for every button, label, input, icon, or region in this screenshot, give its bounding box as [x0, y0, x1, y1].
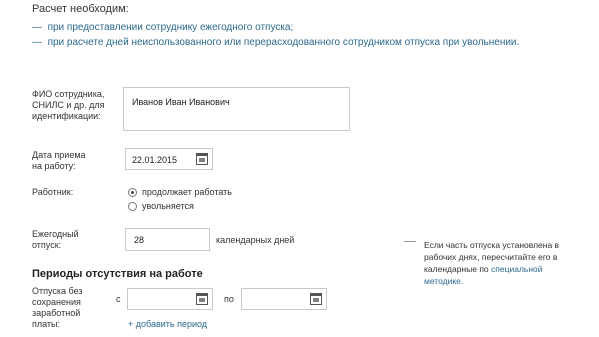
- hire-date-label-line: на работу:: [32, 161, 76, 171]
- employee-label-line: ФИО сотрудника,: [32, 89, 105, 99]
- worker-label: Работник:: [32, 187, 74, 197]
- hire-date-label-line: Дата приема: [32, 150, 86, 160]
- add-period-button[interactable]: + добавить период: [128, 319, 207, 329]
- to-label: по: [224, 294, 234, 304]
- hire-date-label: Дата приема на работу:: [32, 150, 86, 172]
- annual-leave-value: 28: [134, 235, 145, 245]
- employee-label-line: СНИЛС и др. для: [32, 100, 105, 110]
- hint-line: методике.: [424, 275, 584, 287]
- calendar-icon[interactable]: [310, 293, 322, 305]
- calendar-icon[interactable]: [196, 293, 208, 305]
- hint-line: календарные по специальной: [424, 263, 584, 275]
- intro-title: Расчет необходим:: [32, 3, 129, 15]
- hint-tail: .: [460, 276, 464, 286]
- calendar-icon[interactable]: [196, 153, 208, 165]
- employee-value: Иванов Иван Иванович: [132, 97, 230, 107]
- employee-label: ФИО сотрудника, СНИЛС и др. для идентифи…: [32, 89, 105, 122]
- annual-leave-label-line: отпуск:: [32, 240, 62, 250]
- hint-line-text: календарные по: [424, 264, 492, 274]
- to-date-field[interactable]: [241, 288, 327, 310]
- unpaid-leave-label-line: заработной: [32, 308, 81, 318]
- annual-leave-label-line: Ежегодный: [32, 229, 79, 239]
- methodology-link-2[interactable]: методике: [424, 276, 461, 286]
- link-annual-leave[interactable]: при предоставлении сотруднику ежегодного…: [48, 22, 294, 33]
- employee-field[interactable]: Иванов Иван Иванович: [123, 87, 350, 131]
- hint-line: рабочих днях, пересчитайте его в: [424, 252, 558, 262]
- dash: —: [32, 22, 42, 33]
- annual-leave-field[interactable]: 28: [125, 228, 210, 251]
- hint-divider: [404, 241, 416, 242]
- radio-continues-label[interactable]: продолжает работать: [142, 187, 232, 198]
- hint-text: Если часть отпуска установлена в рабочих…: [424, 239, 584, 287]
- link-dismissal[interactable]: при расчете дней неиспользованного или п…: [48, 37, 520, 48]
- unpaid-leave-label: Отпуска без сохранения заработной платы:: [32, 286, 83, 330]
- unpaid-leave-label-line: платы:: [32, 319, 61, 329]
- hire-date-field[interactable]: 22.01.2015: [125, 148, 213, 170]
- from-label: с: [116, 294, 121, 304]
- dash: —: [32, 37, 42, 48]
- hire-date-value: 22.01.2015: [132, 155, 178, 165]
- radio-continues[interactable]: [128, 188, 137, 197]
- radio-dismissed[interactable]: [128, 202, 137, 211]
- hint-line: Если часть отпуска установлена в: [424, 240, 560, 250]
- methodology-link[interactable]: специальной: [491, 264, 542, 274]
- intro-list: — при предоставлении сотруднику ежегодно…: [32, 20, 519, 50]
- employee-label-line: идентификации:: [32, 111, 101, 121]
- radio-dismissed-label[interactable]: увольняется: [142, 201, 194, 212]
- unpaid-leave-label-line: Отпуска без: [32, 286, 83, 296]
- unpaid-leave-label-line: сохранения: [32, 297, 81, 307]
- list-item: — при предоставлении сотруднику ежегодно…: [32, 20, 519, 35]
- annual-leave-unit: календарных дней: [216, 235, 295, 245]
- annual-leave-label: Ежегодный отпуск:: [32, 229, 79, 251]
- from-date-field[interactable]: [127, 288, 213, 310]
- absence-section-title: Периоды отсутствия на работе: [32, 268, 203, 280]
- list-item: — при расчете дней неиспользованного или…: [32, 35, 519, 50]
